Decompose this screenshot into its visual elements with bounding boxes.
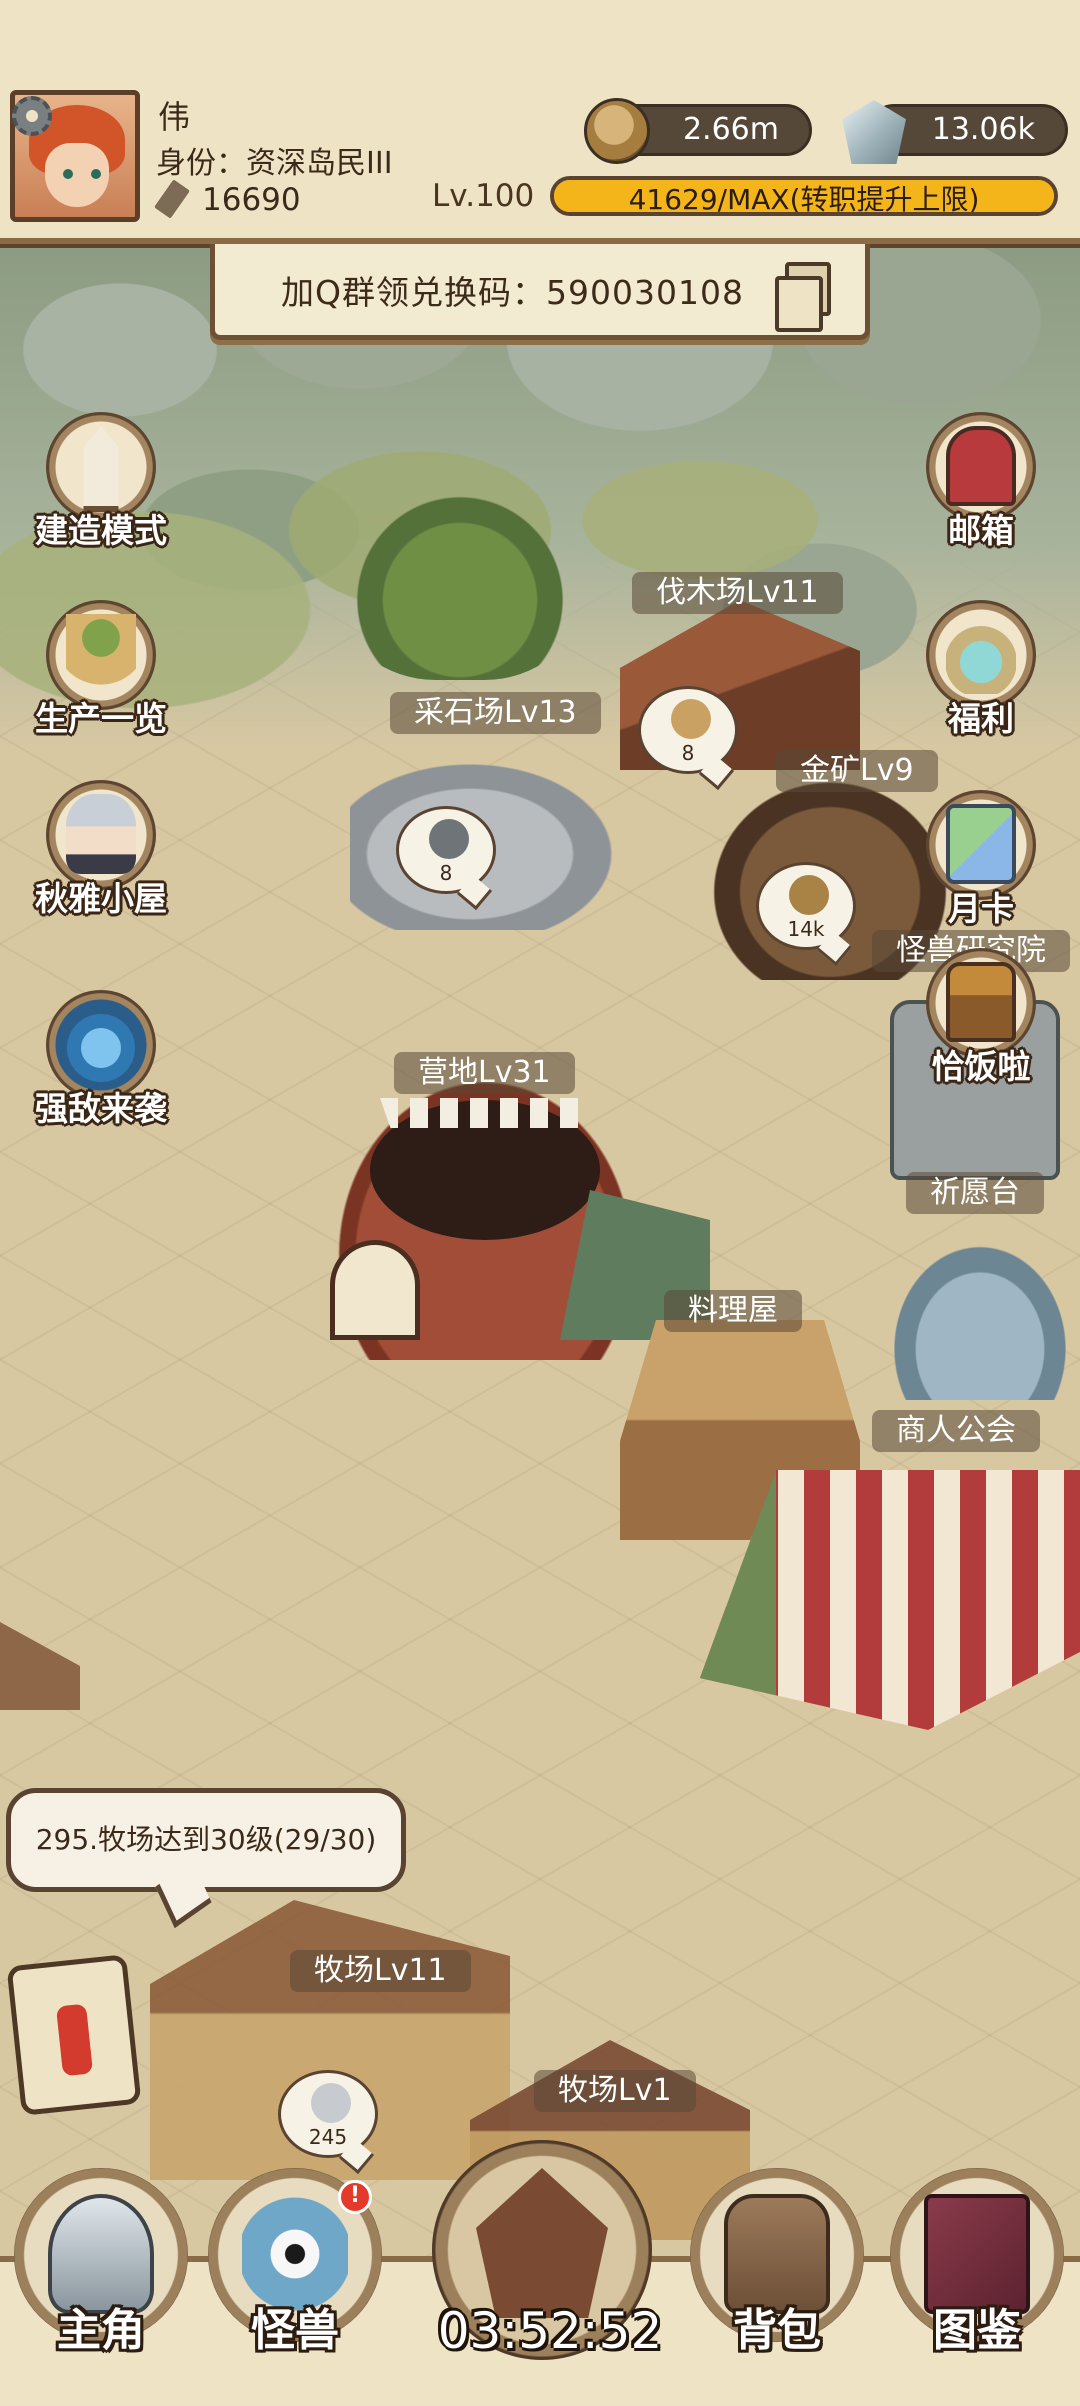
- quarry-building[interactable]: [350, 740, 650, 930]
- meal-label: 恰饭啦: [931, 1047, 1031, 1086]
- ranch-2-label[interactable]: 牧场Lv1: [534, 2070, 696, 2112]
- camp-label[interactable]: 营地Lv31: [394, 1052, 575, 1094]
- combat-power: 16690: [202, 182, 301, 218]
- month-card-label: 月卡: [948, 889, 1014, 928]
- nav-hero-label: 主角: [57, 2305, 145, 2356]
- top-status-bar: 伟 身份：资深岛民III 16690 Lv.100 2.66m 13.06k 4…: [0, 0, 1080, 244]
- qiuya-house-button[interactable]: 秋雅小屋: [26, 780, 176, 930]
- quarry-label[interactable]: 采石场Lv13: [390, 692, 601, 734]
- nav-hero-button[interactable]: 主角: [6, 2168, 196, 2400]
- wish-altar-label[interactable]: 祈愿台: [906, 1172, 1044, 1214]
- month-card-icon: [946, 804, 1016, 884]
- coin-amount: 2.66m: [682, 112, 779, 147]
- lumber-collect-count: 8: [681, 741, 695, 765]
- mailbox-icon: [946, 426, 1016, 506]
- enemy-raid-button[interactable]: 强敌来袭: [26, 990, 176, 1140]
- calendar-quest-icon[interactable]: [6, 1954, 142, 2116]
- ranch-collect-count: 245: [308, 2125, 348, 2149]
- notification-badge: !: [338, 2180, 372, 2214]
- coin-icon: [584, 98, 650, 164]
- ranch-collect-bubble[interactable]: 245: [278, 2070, 378, 2158]
- wood-log-icon: [671, 699, 711, 739]
- exclamation-mark: [55, 2003, 94, 2077]
- gold-mine-label[interactable]: 金矿Lv9: [776, 750, 938, 792]
- welfare-button[interactable]: 福利: [906, 600, 1056, 750]
- wish-fountain-building[interactable]: [880, 1230, 1080, 1400]
- camp-door: [330, 1240, 420, 1340]
- nav-center-building-button[interactable]: [432, 2140, 652, 2400]
- qiuya-house-label: 秋雅小屋: [35, 879, 167, 918]
- experience-text: 41629/MAX(转职提升上限): [628, 183, 980, 216]
- nav-backpack-label: 背包: [733, 2305, 821, 2356]
- stone-icon: [429, 819, 469, 859]
- nav-backpack-button[interactable]: 背包: [682, 2168, 872, 2400]
- milk-jar-icon: [311, 2083, 351, 2123]
- lumber-collect-bubble[interactable]: 8: [638, 686, 738, 774]
- gold-collect-count: 14k: [787, 917, 825, 941]
- experience-bar: 41629/MAX(转职提升上限): [550, 176, 1058, 216]
- gold-collect-bubble[interactable]: 14k: [756, 862, 856, 950]
- enemy-raid-label: 强敌来袭: [35, 1089, 167, 1128]
- task-hint-bubble[interactable]: 295.牧场达到30级(29/30): [6, 1788, 406, 1892]
- build-mode-label: 建造模式: [35, 511, 167, 550]
- welfare-label: 福利: [948, 699, 1014, 738]
- game-map[interactable]: 伐木场Lv11 采石场Lv13 金矿Lv9 怪兽研究院 营地Lv31 祈愿台 料…: [0, 0, 1080, 2400]
- nav-monster-label: 怪兽: [251, 2305, 339, 2356]
- player-name: 伟: [158, 98, 191, 136]
- nav-codex-label: 图鉴: [933, 2305, 1021, 2356]
- lumber-mill-label[interactable]: 伐木场Lv11: [632, 572, 843, 614]
- quarry-collect-bubble[interactable]: 8: [396, 806, 496, 894]
- copy-icon[interactable]: [775, 262, 831, 332]
- merchant-guild-label[interactable]: 商人公会: [872, 1410, 1040, 1452]
- girl-portrait-icon: [66, 794, 136, 874]
- gear-icon[interactable]: [12, 96, 52, 136]
- nav-codex-button[interactable]: 图鉴: [882, 2168, 1072, 2400]
- offscreen-building[interactable]: [0, 1622, 80, 1710]
- sword-icon: [154, 179, 190, 219]
- player-level: Lv.100: [432, 178, 535, 214]
- kitchen-label[interactable]: 料理屋: [664, 1290, 802, 1332]
- mailbox-label: 邮箱: [948, 511, 1014, 550]
- ranch-1-label[interactable]: 牧场Lv11: [290, 1950, 471, 1992]
- palm-tree: [340, 480, 580, 680]
- production-overview-label: 生产一览: [35, 699, 167, 738]
- player-title: 身份：资深岛民III: [156, 146, 393, 181]
- gem-amount: 13.06k: [931, 112, 1035, 147]
- redeem-code-banner[interactable]: 加Q群领兑换码：590030108: [210, 244, 870, 340]
- treasure-chest-icon: [946, 962, 1016, 1042]
- gold-coin-icon: [789, 875, 829, 915]
- task-hint-text: 295.牧场达到30级(29/30): [35, 1823, 377, 1856]
- countdown-timer: 03:52:52: [437, 2302, 663, 2360]
- production-overview-button[interactable]: 生产一览: [26, 600, 176, 750]
- quarry-collect-count: 8: [439, 861, 453, 885]
- mailbox-button[interactable]: 邮箱: [906, 412, 1056, 562]
- demon-head-icon: [66, 1004, 136, 1084]
- avatar-eye: [91, 169, 101, 179]
- meal-button[interactable]: 恰饭啦: [906, 948, 1056, 1098]
- avatar-eye: [63, 169, 73, 179]
- build-mode-button[interactable]: 建造模式: [26, 412, 176, 562]
- redeem-code-text: 加Q群领兑换码：590030108: [281, 273, 744, 312]
- camp-teeth: [380, 1098, 590, 1128]
- month-card-button[interactable]: 月卡: [906, 790, 1056, 940]
- food-basket-icon: [66, 614, 136, 694]
- gift-jar-icon: [946, 614, 1016, 694]
